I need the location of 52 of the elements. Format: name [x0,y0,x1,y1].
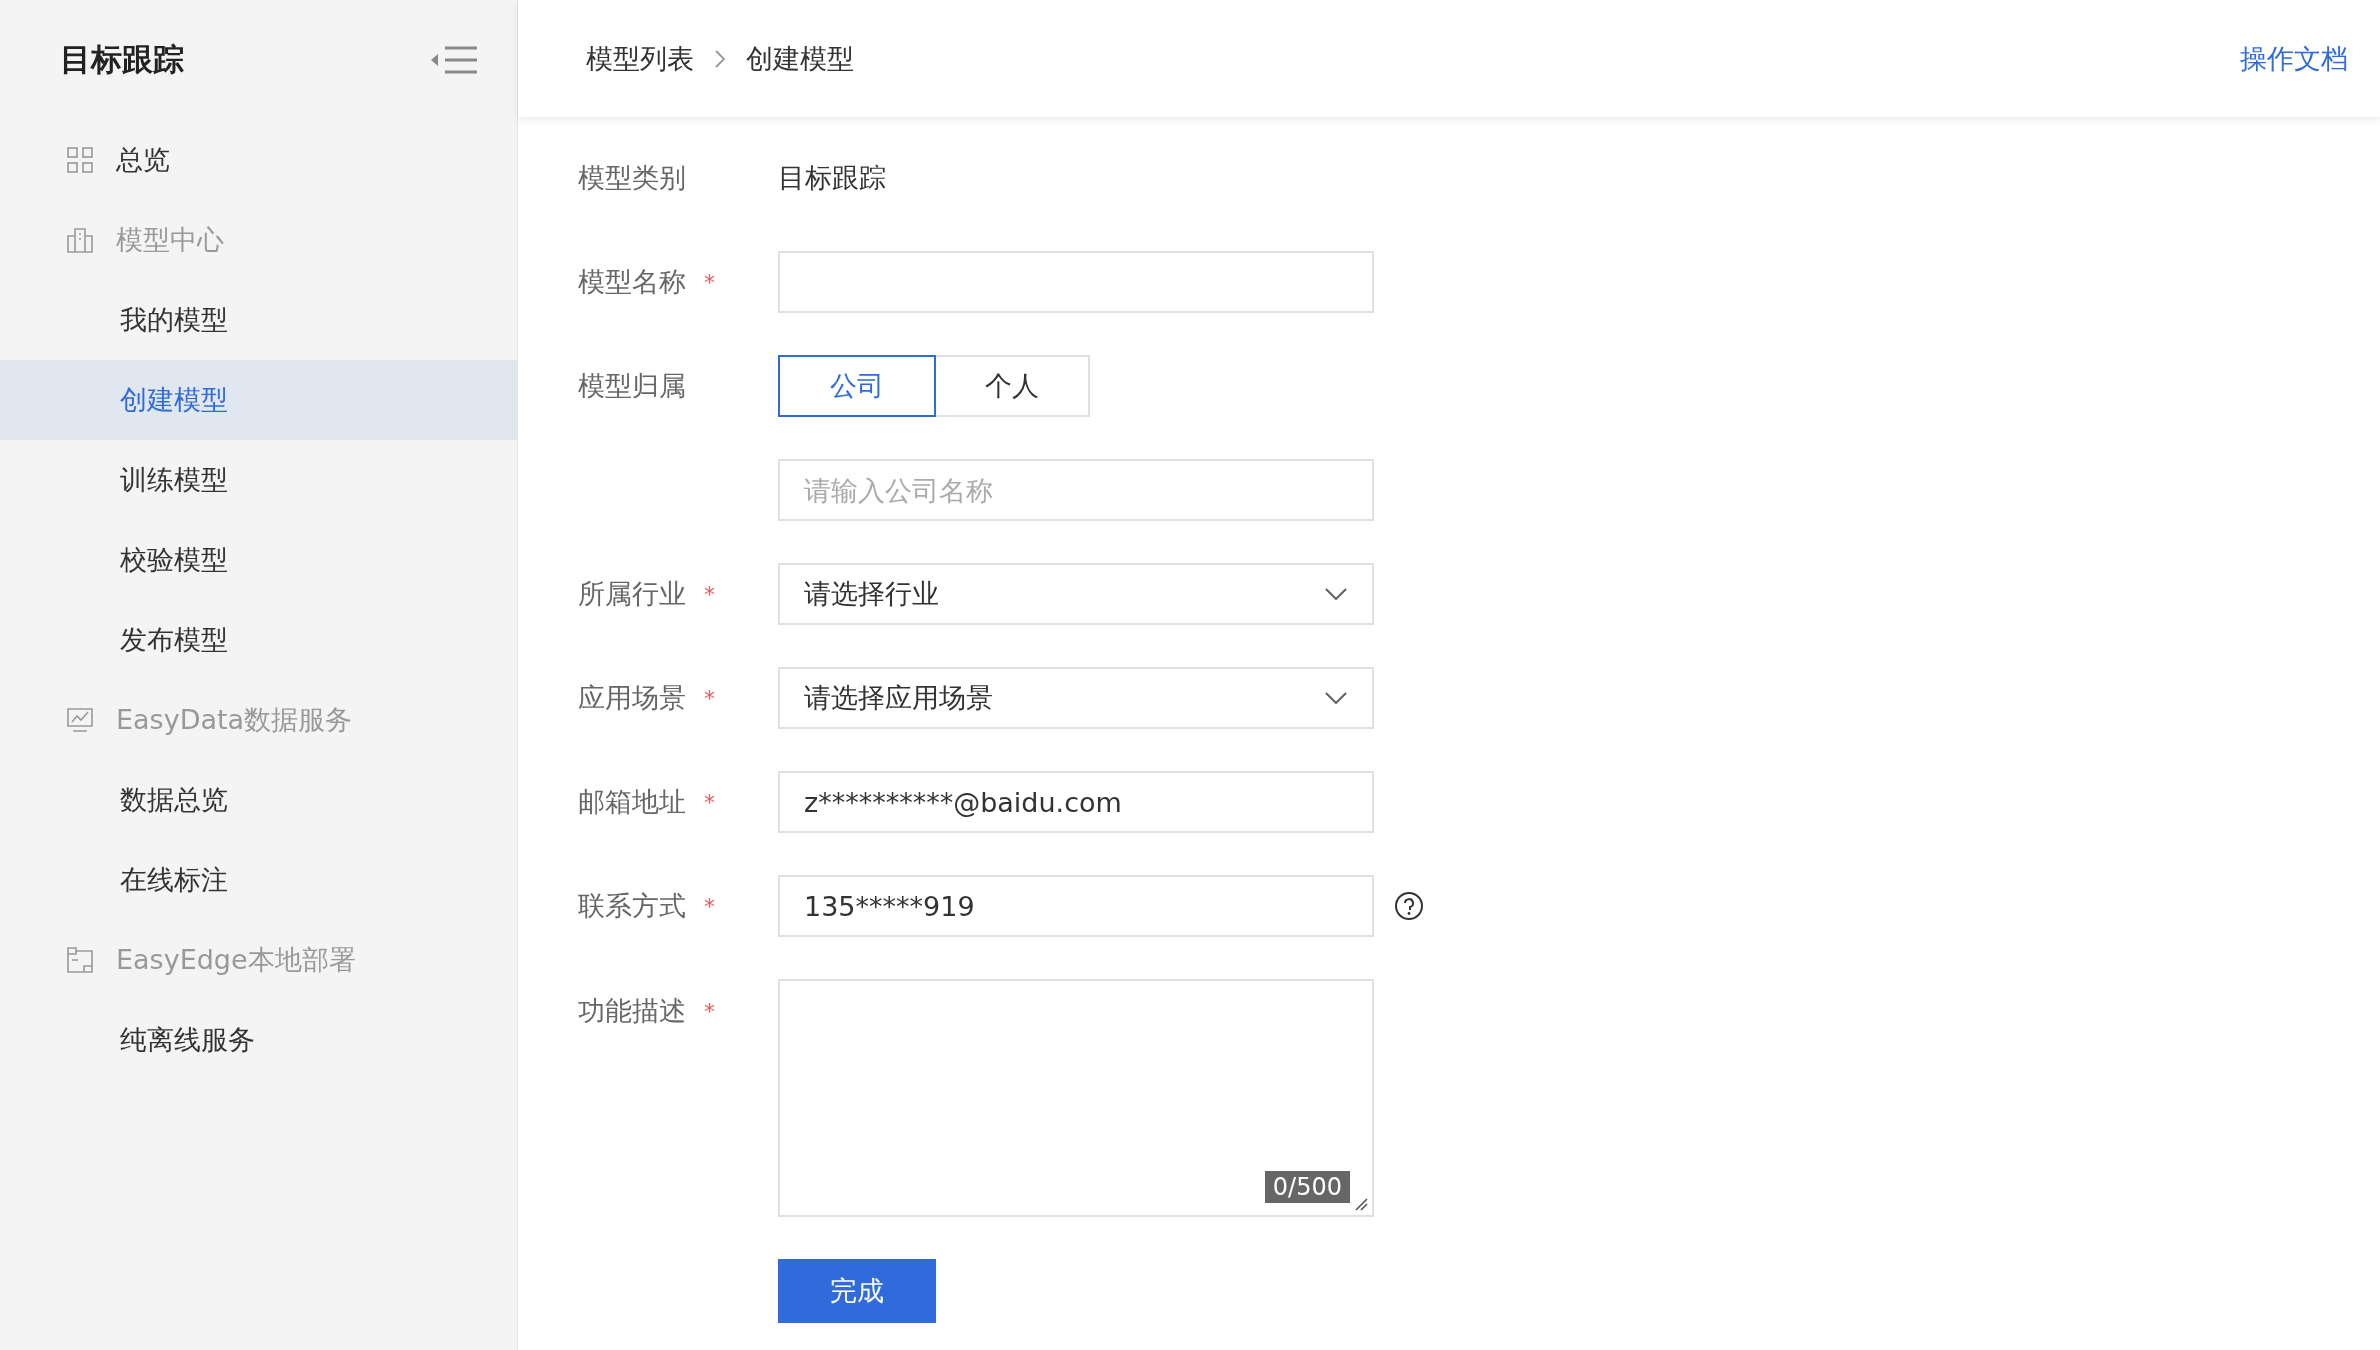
nav-item[interactable]: 总览 [0,120,517,200]
chart-monitor-icon [66,706,94,734]
field-label: 模型类别 [578,161,686,195]
help-icon[interactable] [1394,891,1424,921]
char-counter: 0/500 [1264,1171,1350,1203]
grid-icon [66,146,94,174]
nav-group: EasyEdge本地部署 [0,920,517,1000]
input-field[interactable]: z**********@baidu.com [778,771,1374,833]
required-mark: * [704,998,715,1024]
textarea-field[interactable]: 0/500 [778,979,1374,1217]
chevron-down-icon [1324,691,1348,705]
field-label: 功能描述 [578,994,686,1028]
building-icon [66,226,94,254]
field-label: 模型归属 [578,369,686,403]
breadcrumb-link[interactable]: 模型列表 [586,40,694,77]
sidebar-title: 目标跟踪 [60,40,184,79]
nav-item[interactable]: 我的模型 [0,280,517,360]
nav-item[interactable]: 训练模型 [0,440,517,520]
segment-button[interactable]: 公司 [778,355,936,417]
field-label: 邮箱地址 [578,785,686,819]
required-mark: * [704,269,715,295]
nav-group: 模型中心 [0,200,517,280]
nav-item[interactable]: 发布模型 [0,600,517,680]
required-mark: * [704,685,715,711]
input-field[interactable]: 请输入公司名称 [778,459,1374,521]
field-label: 应用场景 [578,681,686,715]
nav-item[interactable]: 创建模型 [0,360,517,440]
docs-link[interactable]: 操作文档 [2240,40,2348,77]
select-field[interactable]: 请选择行业 [778,563,1374,625]
chevron-right-icon [714,48,726,69]
breadcrumb-link[interactable]: 创建模型 [746,40,854,77]
nav-item[interactable]: 数据总览 [0,760,517,840]
nav-item[interactable]: 校验模型 [0,520,517,600]
field-value: 目标跟踪 [778,161,886,195]
required-mark: * [704,789,715,815]
input-field[interactable]: 135*****919 [778,875,1374,937]
chevron-down-icon [1324,587,1348,601]
select-field[interactable]: 请选择应用场景 [778,667,1374,729]
field-label: 所属行业 [578,577,686,611]
collapse-menu-icon[interactable] [431,45,479,75]
resize-handle-icon[interactable] [1354,1197,1368,1211]
nav-item[interactable]: 纯离线服务 [0,1000,517,1080]
required-mark: * [704,893,715,919]
input-field[interactable] [778,251,1374,313]
submit-button[interactable]: 完成 [778,1259,936,1323]
nav-item[interactable]: 在线标注 [0,840,517,920]
nav-group: EasyData数据服务 [0,680,517,760]
deploy-icon [66,946,94,974]
field-label: 联系方式 [578,889,686,923]
field-label: 模型名称 [578,265,686,299]
segment-button[interactable]: 个人 [936,355,1090,417]
required-mark: * [704,581,715,607]
